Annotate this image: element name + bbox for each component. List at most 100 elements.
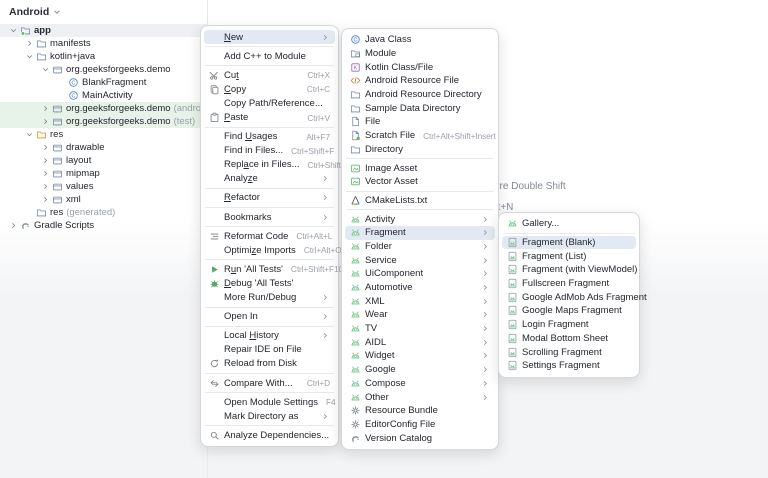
menu-item-copy[interactable]: Copy Ctrl+C [204, 82, 335, 96]
menu-item-shortcut: Ctrl+D [306, 378, 330, 389]
menu-item-bookmarks[interactable]: Bookmarks [204, 210, 335, 224]
chevron-down-icon[interactable] [24, 130, 35, 139]
menu-item-file[interactable]: File [345, 115, 495, 129]
menu-item-fragment-with-viewmodel[interactable]: Fragment (with ViewModel) [502, 263, 637, 277]
tree-item-org-geeksforgeeks-demo-test[interactable]: org.geeksforgeeks.demo (test) [0, 115, 207, 128]
copy-icon [208, 84, 220, 95]
tree-item-layout[interactable]: layout [0, 154, 207, 167]
menu-item-service[interactable]: Service [345, 253, 495, 267]
menu-item-run-all-tests[interactable]: Run 'All Tests' Ctrl+Shift+F10 [204, 262, 343, 276]
menu-item-fragment[interactable]: Fragment [345, 225, 495, 240]
menu-item-copy-path-reference[interactable]: Copy Path/Reference... [204, 96, 335, 110]
chevron-right-icon[interactable] [40, 156, 51, 165]
menu-item-mark-directory-as[interactable]: Mark Directory as [204, 409, 335, 423]
menu-item-android-resource-file[interactable]: Android Resource File [345, 74, 495, 88]
menu-item-google-admob-ads-fragment[interactable]: Google AdMob Ads Fragment [502, 290, 647, 304]
menu-item-modal-bottom-sheet[interactable]: Modal Bottom Sheet [502, 332, 636, 346]
menu-item-wear[interactable]: Wear [345, 308, 495, 322]
menu-item-activity[interactable]: Activity [345, 212, 495, 226]
menu-item-resource-bundle[interactable]: Resource Bundle [345, 404, 495, 418]
menu-item-uicomponent[interactable]: UiComponent [345, 267, 495, 281]
menu-item-scratch-file[interactable]: Scratch File Ctrl+Alt+Shift+Insert [345, 129, 496, 143]
tree-item-org-geeksforgeeks-demo-androidtest[interactable]: org.geeksforgeeks.demo(androidTest) [0, 102, 229, 115]
chevron-right-icon[interactable] [24, 39, 35, 48]
tree-item-app[interactable]: app [0, 24, 207, 37]
menu-item-cut[interactable]: Cut Ctrl+X [204, 68, 335, 82]
menu-item-repair-ide-on-file[interactable]: Repair IDE on File [204, 343, 335, 357]
menu-item-other[interactable]: Other [345, 390, 495, 404]
menu-item-new[interactable]: New [204, 30, 335, 45]
tree-item-gradle-scripts[interactable]: Gradle Scripts [0, 219, 207, 232]
tree-item-kotlin-java[interactable]: kotlin+java [0, 50, 207, 63]
tree-item-xml[interactable]: xml [0, 193, 207, 206]
chevron-right-icon[interactable] [40, 195, 51, 204]
menu-item-reload-from-disk[interactable]: Reload from Disk [204, 357, 335, 371]
menu-item-xml[interactable]: XML [345, 294, 495, 308]
menu-item-open-in[interactable]: Open In [204, 310, 335, 324]
menu-item-reformat-code[interactable]: Reformat Code Ctrl+Alt+L [204, 229, 335, 243]
menu-item-java-class[interactable]: C Java Class [345, 33, 495, 47]
menu-item-vector-asset[interactable]: Vector Asset [345, 175, 495, 189]
tree-item-mipmap[interactable]: mipmap [0, 167, 207, 180]
menu-item-find-usages[interactable]: Find Usages Alt+F7 [204, 130, 335, 144]
menu-item-sample-data-directory[interactable]: Sample Data Directory [345, 101, 495, 115]
tree-item-drawable[interactable]: drawable [0, 141, 207, 154]
menu-item-analyze[interactable]: Analyze [204, 172, 335, 186]
menu-item-more-run-debug[interactable]: More Run/Debug [204, 291, 335, 305]
chevron-right-icon[interactable] [8, 221, 19, 230]
menu-item-widget[interactable]: Widget [345, 349, 495, 363]
chevron-down-icon[interactable] [40, 65, 51, 74]
menu-item-google-maps-fragment[interactable]: Google Maps Fragment [502, 304, 636, 318]
menu-item-add-c-to-module[interactable]: Add C++ to Module [204, 49, 335, 63]
tree-item-manifests[interactable]: manifests [0, 37, 207, 50]
menu-item-settings-fragment[interactable]: Settings Fragment [502, 359, 636, 373]
tree-item-values[interactable]: values [0, 180, 207, 193]
scratch-icon [349, 130, 361, 141]
menu-item-tv[interactable]: TV [345, 322, 495, 336]
chevron-right-icon[interactable] [40, 104, 51, 113]
chevron-right-icon[interactable] [40, 143, 51, 152]
menu-item-gallery[interactable]: Gallery... [502, 217, 636, 231]
menu-item-editorconfig-file[interactable]: EditorConfig File [345, 418, 495, 432]
menu-item-debug-all-tests[interactable]: Debug 'All Tests' [204, 276, 335, 290]
chevron-down-icon[interactable] [8, 26, 19, 35]
menu-item-cmakelists-txt[interactable]: CMakeLists.txt [345, 194, 495, 208]
menu-item-fragment-blank[interactable]: Fragment (Blank) [502, 235, 636, 250]
tree-item-res[interactable]: res [0, 128, 207, 141]
menu-item-aidl[interactable]: AIDL [345, 335, 495, 349]
tree-item-org-geeksforgeeks-demo[interactable]: org.geeksforgeeks.demo [0, 63, 207, 76]
menu-item-fragment-list[interactable]: Fragment (List) [502, 249, 636, 263]
menu-item-scrolling-fragment[interactable]: Scrolling Fragment [502, 345, 636, 359]
menu-item-refactor[interactable]: Refactor [204, 191, 335, 205]
menu-item-label: File [365, 116, 381, 128]
chevron-right-icon[interactable] [40, 117, 51, 126]
menu-item-google[interactable]: Google [345, 363, 495, 377]
menu-item-version-catalog[interactable]: Version Catalog [345, 431, 495, 445]
tree-item-mainactivity[interactable]: C MainActivity [0, 89, 207, 102]
menu-item-compose[interactable]: Compose [345, 377, 495, 391]
menu-item-compare-with[interactable]: Compare With... Ctrl+D [204, 376, 335, 390]
menu-item-module[interactable]: Module [345, 47, 495, 61]
chevron-right-icon[interactable] [40, 169, 51, 178]
chevron-right-icon[interactable] [40, 182, 51, 191]
menu-item-kotlin-class-file[interactable]: K Kotlin Class/File [345, 60, 495, 74]
menu-item-local-history[interactable]: Local History [204, 329, 335, 343]
menu-item-analyze-dependencies[interactable]: Analyze Dependencies... [204, 428, 335, 442]
chevron-down-icon[interactable] [24, 52, 35, 61]
menu-item-open-module-settings[interactable]: Open Module Settings F4 [204, 395, 336, 409]
menu-item-folder[interactable]: Folder [345, 240, 495, 254]
menu-item-automotive[interactable]: Automotive [345, 281, 495, 295]
menu-item-directory[interactable]: Directory [345, 143, 495, 157]
menu-item-login-fragment[interactable]: Login Fragment [502, 318, 636, 332]
menu-item-fullscreen-fragment[interactable]: Fullscreen Fragment [502, 277, 636, 291]
menu-item-android-resource-directory[interactable]: Android Resource Directory [345, 88, 495, 102]
menu-item-find-in-files[interactable]: Find in Files... Ctrl+Shift+F [204, 144, 335, 158]
menu-item-image-asset[interactable]: Image Asset [345, 161, 495, 175]
tree-item-res-generated[interactable]: res (generated) [0, 206, 207, 219]
menu-item-replace-in-files[interactable]: Replace in Files... Ctrl+Shift+R [204, 158, 352, 172]
project-view-selector[interactable]: Android [0, 0, 207, 22]
menu-item-label: Fragment [365, 227, 406, 239]
tree-item-blankfragment[interactable]: C BlankFragment [0, 76, 207, 89]
menu-item-optimize-imports[interactable]: Optimize Imports Ctrl+Alt+O [204, 243, 342, 257]
menu-item-paste[interactable]: Paste Ctrl+V [204, 110, 335, 124]
